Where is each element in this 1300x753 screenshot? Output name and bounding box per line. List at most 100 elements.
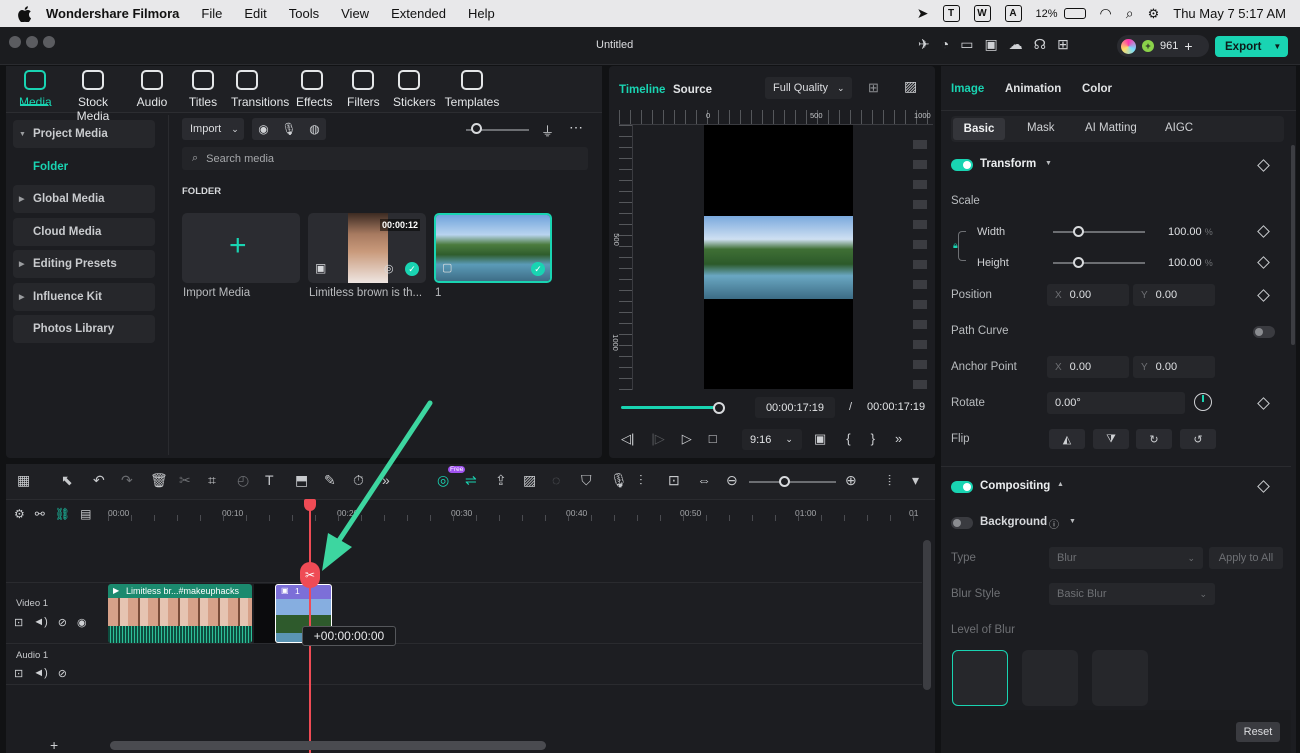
search-media-field[interactable]: ⌕ Search media xyxy=(182,147,588,170)
window-zoom-button[interactable] xyxy=(43,36,55,48)
grid-icon[interactable]: ▦ xyxy=(17,472,30,489)
menu-file[interactable]: File xyxy=(201,6,222,21)
menubar-datetime[interactable]: Thu May 7 5:17 AM xyxy=(1173,6,1286,21)
more-icon[interactable]: ⋯ xyxy=(569,119,583,136)
background-toggle[interactable] xyxy=(951,517,973,529)
tab-timeline[interactable]: Timeline xyxy=(619,84,665,96)
timeline-zoom-knob[interactable] xyxy=(779,476,790,487)
voiceover-icon[interactable]: ◍ xyxy=(309,122,319,136)
columns-icon[interactable]: ⦙ xyxy=(888,472,891,489)
export-clip-icon[interactable]: ⇪ xyxy=(495,472,507,489)
flip-vertical-button[interactable]: ⧩ xyxy=(1093,429,1129,449)
render-icon[interactable]: ⊡ xyxy=(668,472,680,489)
help-icon[interactable]: ⓘ xyxy=(1049,516,1059,531)
timeline-zoom-slider[interactable] xyxy=(749,481,836,483)
blur-level-option-1[interactable] xyxy=(952,650,1008,706)
nav-tab-stickers[interactable]: Stickers xyxy=(393,70,436,109)
type-dropdown[interactable]: Blur ⌄ xyxy=(1049,547,1203,569)
lock-icon[interactable]: ⊡ xyxy=(14,616,23,629)
sidebar-item-folder[interactable]: Folder xyxy=(33,161,68,173)
flip-horizontal-button[interactable]: ◭ xyxy=(1049,429,1085,449)
nav-tab-audio[interactable]: Audio xyxy=(136,70,168,109)
shield-icon[interactable]: ⛉ xyxy=(581,472,592,489)
expand-up-icon[interactable]: ▲ xyxy=(1057,481,1064,488)
play-icon[interactable]: ▷ xyxy=(682,431,692,447)
render-preview-icon[interactable]: ▣ xyxy=(814,431,826,447)
nav-tab-templates[interactable]: Templates xyxy=(442,70,502,109)
speaker-icon[interactable]: ◄) xyxy=(33,667,48,680)
current-time[interactable]: 00:00:17:19 xyxy=(755,397,835,418)
playback-knob[interactable] xyxy=(713,402,725,414)
fit-icon[interactable]: ⇔ xyxy=(697,472,711,488)
menu-tools[interactable]: Tools xyxy=(289,6,319,21)
more-controls-icon[interactable]: » xyxy=(895,431,902,447)
track-settings-icon[interactable]: ⚙ xyxy=(14,507,25,521)
playback-progress[interactable] xyxy=(621,406,719,409)
sidebar-item-editing-presets[interactable]: ▶ Editing Presets xyxy=(13,250,155,278)
text-icon[interactable]: T xyxy=(265,472,274,488)
zoom-out-icon[interactable]: ⊖ xyxy=(726,472,738,489)
chevron-down-icon[interactable]: ▾ xyxy=(912,472,919,489)
microphone-icon[interactable]: 🎙︎ xyxy=(281,122,296,136)
rotate-field[interactable]: 0.00° xyxy=(1047,392,1185,414)
rotate-dial-icon[interactable] xyxy=(1194,393,1212,411)
filter-icon[interactable]: ⏚ xyxy=(541,121,554,140)
keyboard-input-icon[interactable]: A xyxy=(1004,5,1022,22)
import-dropdown[interactable]: Import ⌄ xyxy=(182,118,244,140)
position-x-field[interactable]: X 0.00 xyxy=(1047,284,1129,306)
speed-icon[interactable]: ◴ xyxy=(237,472,249,489)
menu-help[interactable]: Help xyxy=(468,6,495,21)
link-icon[interactable]: ⛓ xyxy=(55,507,70,521)
layout-icon[interactable]: ▭ xyxy=(960,36,973,53)
sidebar-item-cloud-media[interactable]: Cloud Media xyxy=(13,218,155,246)
feedback-icon[interactable]: ✈ xyxy=(918,36,930,53)
compositing-toggle[interactable] xyxy=(951,481,973,493)
window-minimize-button[interactable] xyxy=(26,36,38,48)
redo-icon[interactable]: ↷ xyxy=(121,472,133,489)
nav-tab-transitions[interactable]: Transitions xyxy=(231,70,289,109)
rotate-left-button[interactable]: ↺ xyxy=(1180,429,1216,449)
timeline-hscrollbar[interactable] xyxy=(110,741,546,750)
window-close-button[interactable] xyxy=(9,36,21,48)
compositing-header[interactable]: Compositing xyxy=(980,480,1050,492)
support-icon[interactable]: ☊ xyxy=(1034,36,1046,53)
avatar[interactable] xyxy=(1121,38,1136,54)
background-header[interactable]: Background xyxy=(980,516,1047,528)
search-icon[interactable]: ⌕ xyxy=(1126,5,1134,22)
unlink-icon[interactable]: ⚯ xyxy=(35,507,45,521)
zoom-in-icon[interactable]: ⊕ xyxy=(845,472,857,489)
width-value[interactable]: 100.00 % xyxy=(1168,226,1213,238)
apps-icon[interactable]: ⊞ xyxy=(1057,36,1069,53)
width-slider-knob[interactable] xyxy=(1073,226,1084,237)
transform-header[interactable]: Transform xyxy=(980,158,1036,170)
sidebar-item-photos-library[interactable]: Photos Library xyxy=(13,315,155,343)
airbuddy-icon[interactable]: W xyxy=(973,5,991,22)
auto-beat-icon[interactable]: ⇌ xyxy=(465,472,477,489)
sidebar-item-influence-kit[interactable]: ▶ Influence Kit xyxy=(13,283,155,311)
subtab-aigc[interactable]: AIGC xyxy=(1165,122,1193,134)
tab-source[interactable]: Source xyxy=(673,84,712,96)
shortcut-icon[interactable]: ➤ xyxy=(917,5,929,22)
nav-tab-filters[interactable]: Filters xyxy=(347,70,380,109)
media-clip-card[interactable]: 00:00:12 ▣ ◎ ✓ xyxy=(308,213,426,283)
prev-frame-icon[interactable]: ◁| xyxy=(621,431,634,447)
text-icon[interactable]: T xyxy=(942,5,960,22)
export-button[interactable]: Export ▼ xyxy=(1215,36,1288,57)
blur-style-dropdown[interactable]: Basic Blur ⌄ xyxy=(1049,583,1215,605)
subtab-ai-matting[interactable]: AI Matting xyxy=(1085,122,1137,134)
collapse-icon[interactable]: ▼ xyxy=(1069,518,1076,525)
anchor-y-field[interactable]: Y 0.00 xyxy=(1133,356,1215,378)
grid-icon[interactable]: ⊞ xyxy=(868,80,879,96)
subtab-basic[interactable]: Basic xyxy=(953,118,1005,140)
delete-icon[interactable]: 🗑︎ xyxy=(150,472,168,489)
media-image-card[interactable]: ▢ ✓ xyxy=(434,213,552,283)
chevron-down-icon[interactable]: ▼ xyxy=(1273,42,1281,51)
tab-animation[interactable]: Animation xyxy=(1005,83,1061,95)
thumbnail-size-knob[interactable] xyxy=(471,123,482,134)
select-icon[interactable]: ⬉ xyxy=(61,472,73,489)
wifi-icon[interactable]: ◠ xyxy=(1100,5,1112,22)
hide-track-icon[interactable]: ⊘ xyxy=(58,616,67,629)
split-icon[interactable]: ✂ xyxy=(179,472,191,489)
screen-record-icon[interactable]: ◉ xyxy=(258,122,268,136)
apply-to-all-button[interactable]: Apply to All xyxy=(1209,547,1283,569)
